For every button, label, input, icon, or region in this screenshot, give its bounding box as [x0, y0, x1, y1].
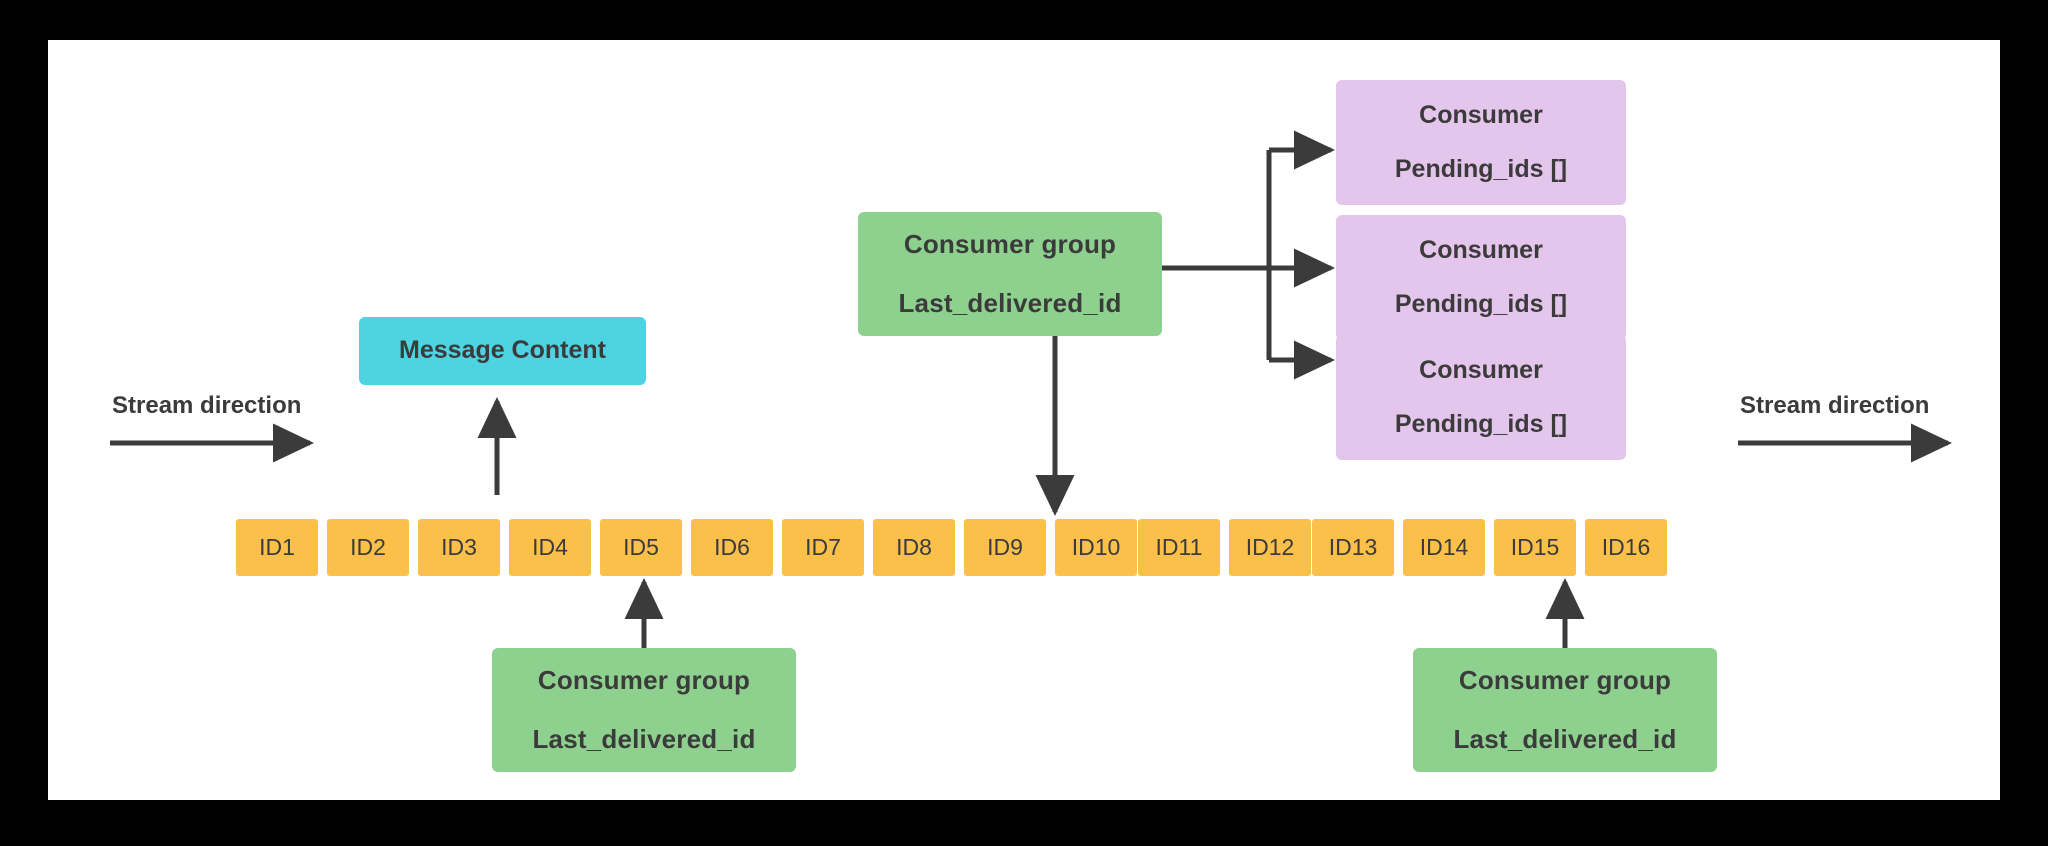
- stream-entry-id16[interactable]: ID16: [1585, 519, 1667, 576]
- stream-entry-id1[interactable]: ID1: [236, 519, 318, 576]
- stream-entry-id4[interactable]: ID4: [509, 519, 591, 576]
- consumer-group-last-delivered-id: Last_delivered_id: [1453, 724, 1677, 754]
- message-content-box[interactable]: Message Content: [359, 317, 646, 385]
- stream-entry-label: ID6: [714, 534, 750, 560]
- message-content-label: Message Content: [399, 336, 606, 365]
- stream-entry-id3[interactable]: ID3: [418, 519, 500, 576]
- stream-entry-id9[interactable]: ID9: [964, 519, 1046, 576]
- consumer-box-1[interactable]: Consumer Pending_ids []: [1336, 80, 1626, 205]
- consumer-group-bottom-left[interactable]: Consumer group Last_delivered_id: [492, 648, 796, 772]
- stream-entry-label: ID5: [623, 534, 659, 560]
- stream-entry-label: ID4: [532, 534, 568, 560]
- stream-entry-id15[interactable]: ID15: [1494, 519, 1576, 576]
- stream-direction-label-right: Stream direction: [1740, 392, 1930, 419]
- consumer-group-last-delivered-id: Last_delivered_id: [532, 724, 756, 754]
- consumer-title: Consumer: [1419, 101, 1543, 129]
- stream-entry-label: ID15: [1510, 534, 1560, 560]
- consumer-group-title: Consumer group: [537, 665, 751, 696]
- stream-entry-label: ID16: [1601, 534, 1651, 560]
- stream-entry-label: ID7: [805, 534, 841, 560]
- consumer-group-title: Consumer group: [903, 229, 1117, 260]
- stream-entry-label: ID14: [1419, 534, 1469, 560]
- consumer-box-3[interactable]: Consumer Pending_ids []: [1336, 335, 1626, 460]
- stream-entry-id12[interactable]: ID12: [1229, 519, 1311, 576]
- consumer-pending-ids: Pending_ids []: [1394, 154, 1568, 183]
- consumer-group-title: Consumer group: [1458, 665, 1672, 696]
- stream-entry-label: ID3: [441, 534, 477, 560]
- consumer-group-top[interactable]: Consumer group Last_delivered_id: [858, 212, 1162, 336]
- consumer-pending-ids: Pending_ids []: [1394, 289, 1568, 318]
- stream-entry-label: ID1: [259, 534, 295, 560]
- consumer-pending-ids: Pending_ids []: [1394, 409, 1568, 438]
- stream-entry-label: ID8: [896, 534, 932, 560]
- consumer-group-bottom-right[interactable]: Consumer group Last_delivered_id: [1413, 648, 1717, 772]
- stream-entry-label: ID9: [987, 534, 1023, 560]
- stream-entry-id2[interactable]: ID2: [327, 519, 409, 576]
- stream-entry-id14[interactable]: ID14: [1403, 519, 1485, 576]
- stream-entry-id13[interactable]: ID13: [1312, 519, 1394, 576]
- stream-entry-label: ID10: [1071, 534, 1121, 560]
- stream-entry-label: ID11: [1155, 534, 1203, 560]
- diagram-canvas: Consumer Pending_ids [] Consumer Pending…: [48, 40, 2000, 800]
- stream-entry-id6[interactable]: ID6: [691, 519, 773, 576]
- consumer-box-2[interactable]: Consumer Pending_ids []: [1336, 215, 1626, 340]
- stream-entry-id10[interactable]: ID10: [1055, 519, 1137, 576]
- stream-entry-label: ID2: [350, 534, 386, 560]
- consumer-title: Consumer: [1419, 356, 1543, 384]
- consumer-group-last-delivered-id: Last_delivered_id: [898, 288, 1122, 318]
- stream-direction-label-left: Stream direction: [112, 392, 302, 419]
- consumer-title: Consumer: [1419, 236, 1543, 264]
- stream-entry-id8[interactable]: ID8: [873, 519, 955, 576]
- stream-entry-id5[interactable]: ID5: [600, 519, 682, 576]
- stream-entry-label: ID13: [1328, 534, 1378, 560]
- diagram-frame: Consumer Pending_ids [] Consumer Pending…: [0, 0, 2048, 846]
- stream-entry-label: ID12: [1245, 534, 1295, 560]
- stream-entry-id7[interactable]: ID7: [782, 519, 864, 576]
- stream-entry-id11[interactable]: ID11: [1138, 519, 1220, 576]
